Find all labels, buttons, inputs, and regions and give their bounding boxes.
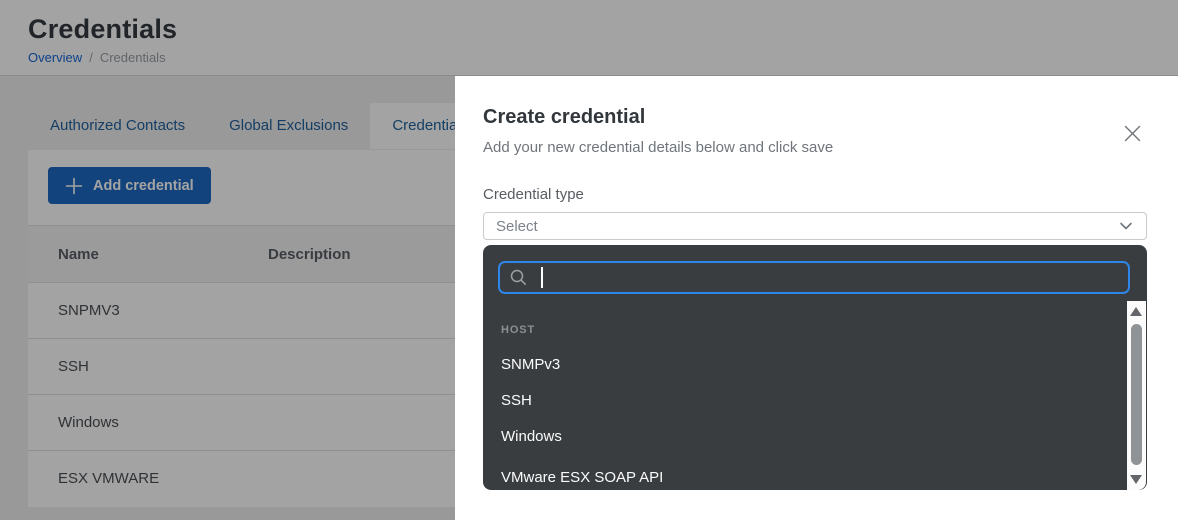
drawer-title: Create credential bbox=[483, 106, 1147, 129]
dropdown-scrollbar[interactable] bbox=[1127, 301, 1146, 490]
option-vmware-esx-soap-api[interactable]: VMware ESX SOAP API bbox=[501, 469, 663, 486]
scroll-up-arrow-icon[interactable] bbox=[1130, 307, 1142, 316]
chevron-down-icon bbox=[1118, 218, 1134, 234]
credential-type-dropdown: HOST SNMPv3 SSH Windows VMware ESX SOAP … bbox=[483, 245, 1147, 490]
drawer-subtitle: Add your new credential details below an… bbox=[483, 139, 1147, 156]
scroll-down-arrow-icon[interactable] bbox=[1130, 475, 1142, 484]
credential-type-select[interactable]: Select bbox=[483, 212, 1147, 240]
option-group-host: HOST bbox=[501, 324, 535, 336]
option-ssh[interactable]: SSH bbox=[501, 392, 532, 409]
scrollbar-thumb[interactable] bbox=[1131, 324, 1142, 465]
option-windows[interactable]: Windows bbox=[501, 428, 562, 445]
select-placeholder: Select bbox=[496, 218, 1118, 235]
close-button[interactable] bbox=[1122, 123, 1142, 143]
close-icon bbox=[1124, 125, 1141, 142]
create-credential-drawer: Create credential Add your new credentia… bbox=[455, 76, 1178, 520]
option-snmpv3[interactable]: SNMPv3 bbox=[501, 356, 560, 373]
dropdown-search-field bbox=[498, 261, 1130, 294]
credential-type-label: Credential type bbox=[483, 186, 1147, 203]
dropdown-search-input[interactable] bbox=[500, 263, 1128, 292]
credentials-page: Credentials Overview / Credentials Autho… bbox=[0, 0, 1178, 520]
